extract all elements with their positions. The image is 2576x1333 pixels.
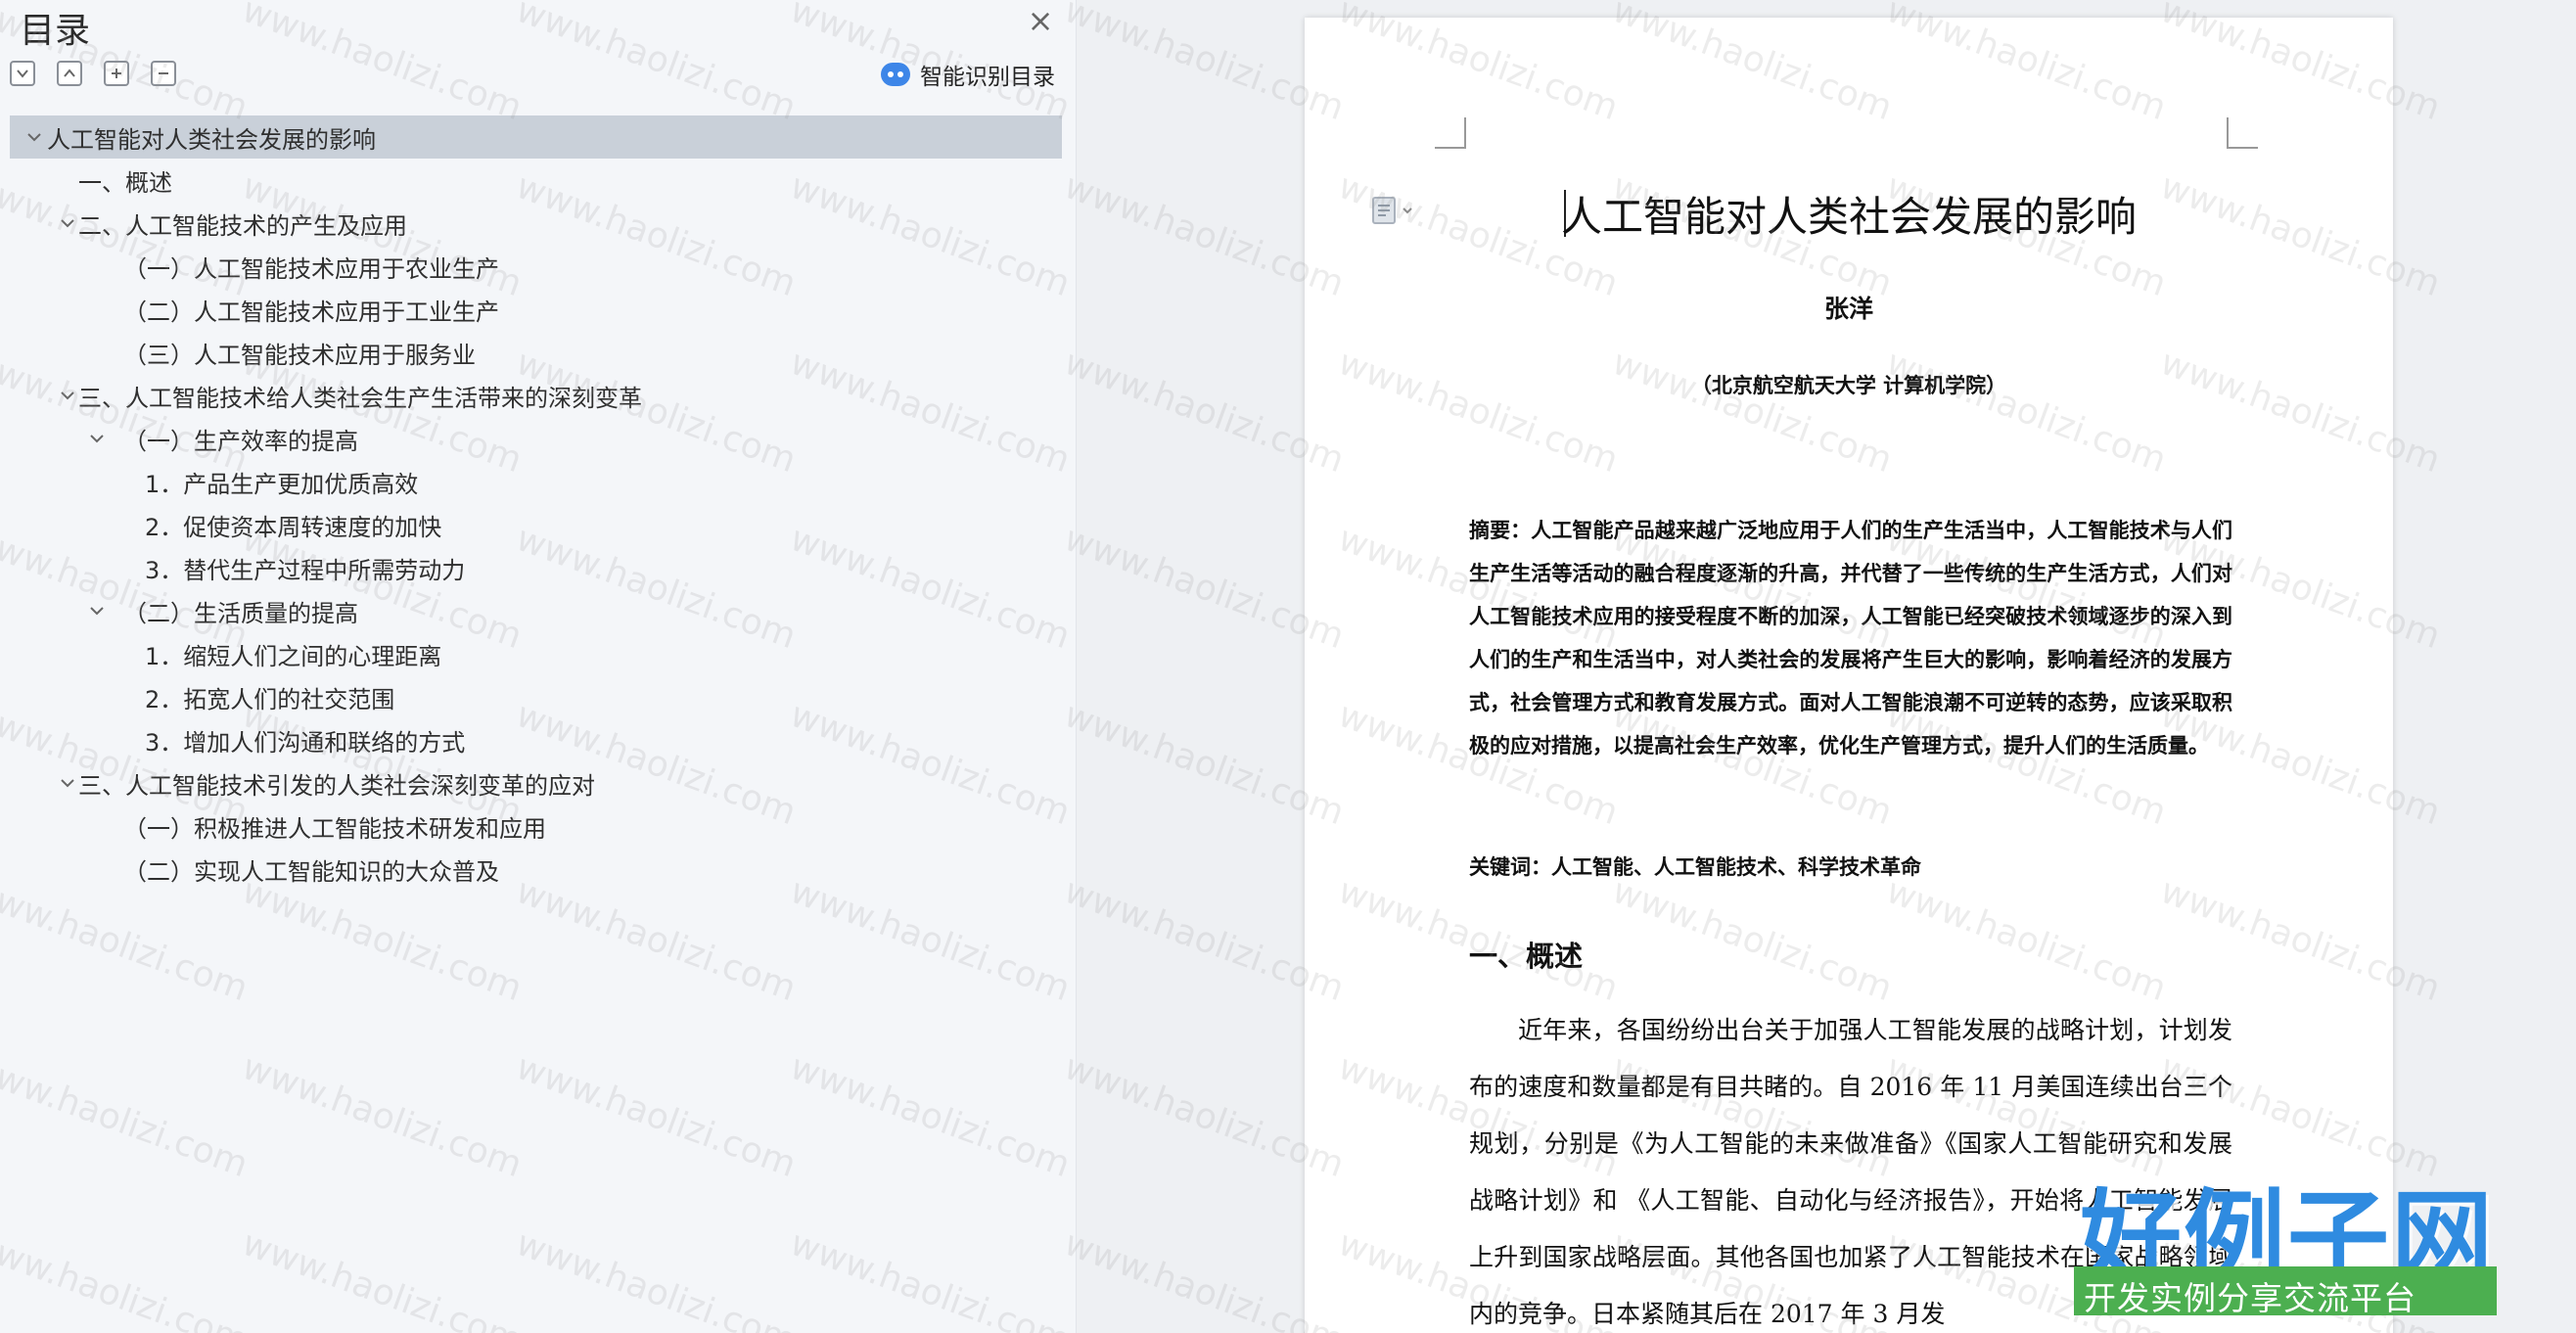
toc-item-label: 三、人工智能技术给人类社会生产生活带来的深刻变革 bbox=[78, 384, 642, 412]
toc-item[interactable]: （二）实现人工智能知识的大众普及 bbox=[10, 848, 1062, 891]
toc-title: 目录 bbox=[20, 11, 91, 51]
toc-item[interactable]: 1．产品生产更加优质高效 bbox=[10, 460, 1062, 503]
chevron-up-box-icon[interactable] bbox=[57, 61, 82, 86]
toc-item-label: 1．缩短人们之间的心理距离 bbox=[145, 642, 442, 670]
toc-item[interactable]: （一）积极推进人工智能技术研发和应用 bbox=[10, 804, 1062, 848]
toc-tree: 人工智能对人类社会发展的影响一、概述二、人工智能技术的产生及应用 （一）人工智能技… bbox=[10, 115, 1062, 891]
toc-item-label: 1．产品生产更加优质高效 bbox=[145, 470, 419, 498]
toc-item[interactable]: 2．拓宽人们的社交范围 bbox=[10, 675, 1062, 718]
toc-panel: 目录 × 智能识别目录 人工智能对人类社会发展的影响一、概述二、人工智能技术的产… bbox=[0, 0, 1077, 1333]
smart-toc-button[interactable]: 智能识别目录 bbox=[881, 59, 1055, 90]
toc-item-label: 3．增加人们沟通和联络的方式 bbox=[145, 728, 466, 757]
toc-item[interactable]: 三、人工智能技术引发的人类社会深刻变革的应对 bbox=[10, 761, 1062, 804]
ai-robot-icon bbox=[881, 63, 910, 86]
toc-item-label: 三、人工智能技术引发的人类社会深刻变革的应对 bbox=[78, 771, 595, 800]
document-page[interactable]: 人工智能对人类社会发展的影响 张洋 （北京航空航天大学 计算机学院） 摘要：人工… bbox=[1305, 18, 2393, 1333]
plus-box-icon[interactable] bbox=[104, 61, 129, 86]
toc-item[interactable]: 三、人工智能技术给人类社会生产生活带来的深刻变革 bbox=[10, 374, 1062, 417]
toc-item[interactable]: （一）生产效率的提高 bbox=[10, 417, 1062, 460]
toc-item[interactable]: 二、人工智能技术的产生及应用 bbox=[10, 202, 1062, 245]
toc-item[interactable]: （三）人工智能技术应用于服务业 bbox=[10, 331, 1062, 374]
toc-item-label: 2．拓宽人们的社交范围 bbox=[145, 685, 395, 713]
document-affiliation: （北京航空航天大学 计算机学院） bbox=[1690, 373, 2007, 397]
chevron-down-icon[interactable] bbox=[86, 600, 108, 621]
minus-box-icon[interactable] bbox=[151, 61, 176, 86]
brand-logo: 好例子网 开发实例分享交流平台 bbox=[2070, 1155, 2501, 1321]
toc-item[interactable]: （二）生活质量的提高 bbox=[10, 589, 1062, 632]
page-corner-mark bbox=[2227, 117, 2258, 149]
close-icon[interactable]: × bbox=[1026, 5, 1055, 36]
chevron-down-icon[interactable] bbox=[57, 212, 78, 234]
toc-item-label: （二）生活质量的提高 bbox=[123, 599, 358, 627]
toc-item[interactable]: （二）人工智能技术应用于工业生产 bbox=[10, 288, 1062, 331]
toc-item-label: （二）人工智能技术应用于工业生产 bbox=[123, 298, 499, 326]
toc-item[interactable]: 1．缩短人们之间的心理距离 bbox=[10, 632, 1062, 675]
toc-item-label: 人工智能对人类社会发展的影响 bbox=[47, 125, 376, 154]
chevron-down-box-icon[interactable] bbox=[10, 61, 35, 86]
document-title: 人工智能对人类社会发展的影响 bbox=[1560, 193, 2137, 241]
toc-item-label: （一）人工智能技术应用于农业生产 bbox=[123, 254, 499, 283]
document-author: 张洋 bbox=[1823, 295, 1873, 323]
document-keywords: 关键词：人工智能、人工智能技术、科学技术革命 bbox=[1469, 854, 1921, 879]
toc-item-label: 2．促使资本周转速度的加快 bbox=[145, 513, 442, 541]
toc-item[interactable]: 3．替代生产过程中所需劳动力 bbox=[10, 546, 1062, 589]
toc-item[interactable]: 一、概述 bbox=[10, 159, 1062, 202]
chevron-down-icon[interactable] bbox=[23, 126, 45, 148]
toc-item[interactable]: （一）人工智能技术应用于农业生产 bbox=[10, 245, 1062, 288]
toc-item-label: （二）实现人工智能知识的大众普及 bbox=[123, 857, 499, 886]
toc-item[interactable]: 3．增加人们沟通和联络的方式 bbox=[10, 718, 1062, 761]
toc-item-label: （一）生产效率的提高 bbox=[123, 427, 358, 455]
smart-toc-label: 智能识别目录 bbox=[920, 65, 1055, 90]
toc-item-label: （三）人工智能技术应用于服务业 bbox=[123, 341, 476, 369]
toc-item-label: 二、人工智能技术的产生及应用 bbox=[78, 211, 407, 240]
toc-item-label: 3．替代生产过程中所需劳动力 bbox=[145, 556, 466, 584]
toc-item[interactable]: 2．促使资本周转速度的加快 bbox=[10, 503, 1062, 546]
brand-subtitle: 开发实例分享交流平台 bbox=[2084, 1279, 2416, 1317]
page-corner-mark bbox=[1435, 117, 1466, 149]
chevron-down-icon[interactable] bbox=[57, 772, 78, 794]
toc-item-label: （一）积极推进人工智能技术研发和应用 bbox=[123, 814, 546, 843]
document-abstract: 摘要：人工智能产品越来越广泛地应用于人们的生产生活当中，人工智能技术与人们生产生… bbox=[1469, 518, 2232, 758]
toc-item[interactable]: 人工智能对人类社会发展的影响 bbox=[10, 115, 1062, 159]
toc-item-label: 一、概述 bbox=[78, 168, 172, 197]
chevron-down-icon[interactable] bbox=[57, 385, 78, 406]
chevron-down-icon[interactable] bbox=[86, 428, 108, 449]
section-heading: 一、概述 bbox=[1469, 940, 1584, 973]
